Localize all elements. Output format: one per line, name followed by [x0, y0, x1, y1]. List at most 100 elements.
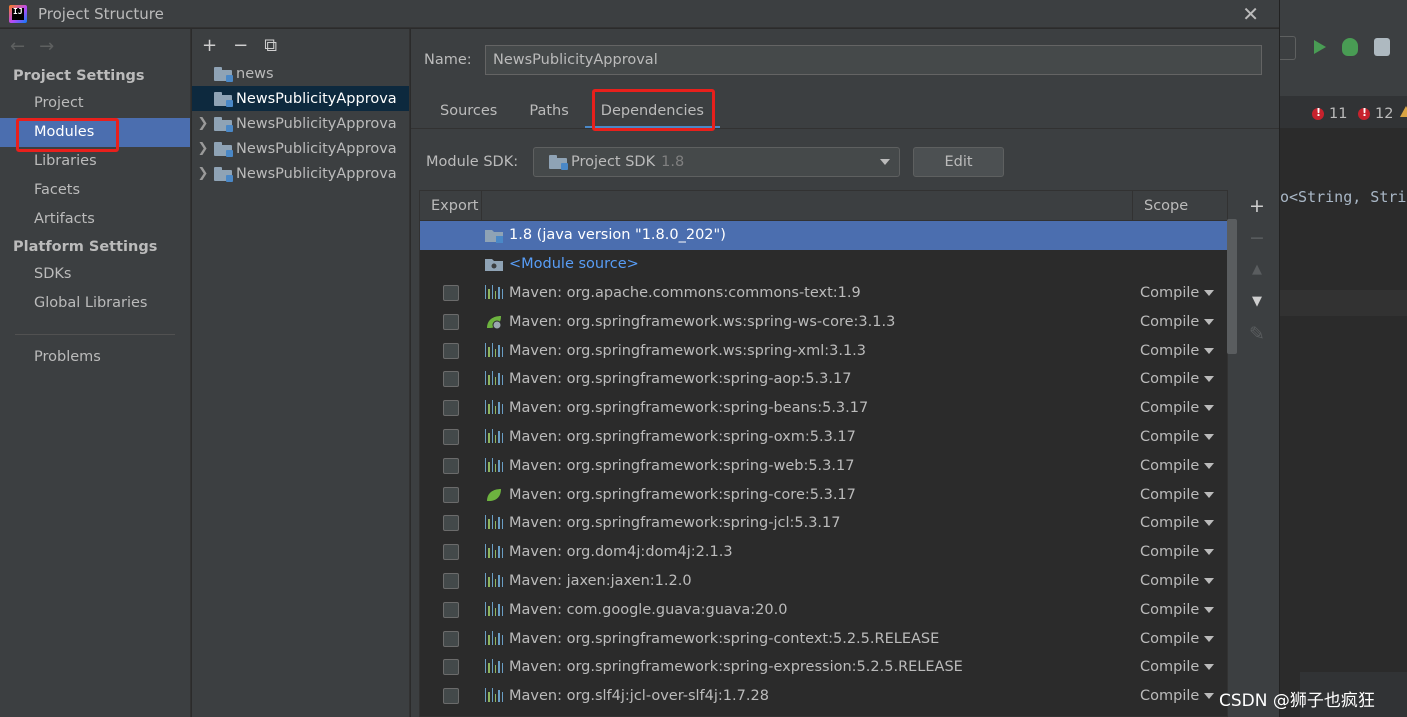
dependency-name: Maven: org.springframework:spring-expres… [509, 659, 963, 676]
tree-item-module[interactable]: ❯ NewsPublicityApprova [192, 161, 409, 186]
export-checkbox[interactable] [443, 601, 459, 618]
run-config-dropdown[interactable] [1280, 36, 1296, 60]
dependency-row[interactable]: Maven: org.springframework.ws:spring-ws-… [420, 307, 1227, 336]
chevron-down-icon [880, 159, 890, 165]
scope-dropdown[interactable]: Compile [1140, 342, 1215, 359]
dependency-row[interactable]: Maven: org.springframework:spring-jcl:5.… [420, 509, 1227, 538]
dependency-row[interactable]: Maven: com.google.guava:guava:20.0 Compil… [420, 595, 1227, 624]
move-down-icon[interactable]: ▼ [1252, 292, 1262, 312]
copy-module-icon[interactable]: ⧉ [264, 35, 277, 56]
scope-value: Compile [1140, 342, 1200, 359]
dependency-row[interactable]: Maven: org.apache.commons:commons-text:1… [420, 279, 1227, 308]
scope-value: Compile [1140, 572, 1200, 589]
dependency-row[interactable]: Maven: jaxen:jaxen:1.2.0 Compile [420, 567, 1227, 596]
scope-dropdown[interactable]: Compile [1140, 572, 1215, 589]
module-sdk-dropdown[interactable]: Project SDK 1.8 [533, 147, 900, 177]
column-header-scope[interactable]: Scope [1132, 191, 1227, 221]
export-checkbox[interactable] [443, 515, 459, 532]
forward-arrow-icon[interactable]: → [39, 36, 54, 57]
scope-dropdown[interactable]: Compile [1140, 487, 1215, 503]
export-checkbox[interactable] [443, 659, 459, 676]
scope-value: Compile [1140, 313, 1200, 330]
tab-sources[interactable]: Sources [424, 93, 513, 129]
scope-dropdown[interactable]: Compile [1140, 631, 1215, 647]
dependency-row[interactable]: Maven: org.springframework:spring-expres… [420, 653, 1227, 682]
tree-item-module-selected[interactable]: NewsPublicityApprova [192, 86, 409, 111]
coverage-icon[interactable] [1374, 38, 1390, 56]
tree-item-module[interactable]: ❯ NewsPublicityApprova [192, 111, 409, 136]
scope-dropdown[interactable]: Compile [1140, 688, 1215, 704]
tab-paths[interactable]: Paths [513, 93, 584, 129]
export-checkbox[interactable] [443, 544, 459, 561]
export-checkbox[interactable] [443, 371, 459, 388]
sidebar-item-facets[interactable]: Facets [0, 176, 190, 205]
dependency-row[interactable]: Maven: org.springframework:spring-core:5… [420, 480, 1227, 509]
dependency-row[interactable]: Maven: org.springframework.ws:spring-xml… [420, 336, 1227, 365]
window-title: Project Structure [38, 4, 164, 23]
scope-dropdown[interactable]: Compile [1140, 515, 1215, 531]
export-checkbox[interactable] [443, 688, 459, 705]
move-up-icon[interactable]: ▲ [1252, 260, 1262, 280]
dependency-row[interactable]: Maven: org.springframework:spring-beans:… [420, 394, 1227, 423]
dependency-name: Maven: org.springframework:spring-beans:… [509, 400, 869, 417]
column-header-export[interactable]: Export [420, 191, 482, 221]
dependency-row[interactable]: Maven: org.springframework:spring-aop:5.… [420, 365, 1227, 394]
tree-item-module[interactable]: ❯ NewsPublicityApprova [192, 136, 409, 161]
export-checkbox[interactable] [443, 457, 459, 474]
debug-icon[interactable] [1342, 38, 1358, 56]
sidebar-item-sdks[interactable]: SDKs [0, 260, 190, 289]
run-icon[interactable] [1314, 40, 1326, 54]
sidebar-item-artifacts[interactable]: Artifacts [0, 205, 190, 234]
dependency-row[interactable]: Maven: org.springframework:spring-web:5.… [420, 451, 1227, 480]
error-counter[interactable]: 11 [1312, 106, 1347, 122]
module-name-input[interactable] [485, 45, 1262, 75]
sidebar-item-global-libraries[interactable]: Global Libraries [0, 289, 190, 318]
scope-dropdown[interactable]: Compile [1140, 429, 1215, 445]
export-checkbox[interactable] [443, 342, 459, 359]
dependency-rows: 1.8 (java version "1.8.0_202") <Module so… [420, 221, 1227, 711]
back-arrow-icon[interactable]: ← [10, 36, 25, 57]
tab-dependencies[interactable]: Dependencies [584, 93, 720, 129]
scope-dropdown[interactable]: Compile [1140, 602, 1215, 618]
dependency-row[interactable]: <Module source> [420, 250, 1227, 279]
scope-dropdown[interactable]: Compile [1140, 659, 1215, 675]
chevron-right-icon[interactable]: ❯ [192, 141, 214, 156]
error-counter-secondary[interactable]: 12 [1358, 106, 1393, 122]
sidebar-item-modules[interactable]: Modules [0, 118, 190, 147]
scope-dropdown[interactable]: Compile [1140, 400, 1215, 416]
sidebar-item-libraries[interactable]: Libraries [0, 147, 190, 176]
scope-dropdown[interactable]: Compile [1140, 371, 1215, 387]
scope-dropdown[interactable]: Compile [1140, 313, 1215, 330]
edit-dependency-icon[interactable]: ✎ [1249, 324, 1265, 344]
dependency-row[interactable]: 1.8 (java version "1.8.0_202") [420, 221, 1227, 250]
export-checkbox[interactable] [443, 486, 459, 503]
sidebar-item-problems[interactable]: Problems [0, 343, 190, 372]
dependency-row[interactable]: Maven: org.dom4j:dom4j:2.1.3 Compile [420, 538, 1227, 567]
export-checkbox[interactable] [443, 572, 459, 589]
export-checkbox[interactable] [443, 313, 459, 330]
table-scrollbar[interactable] [1227, 219, 1237, 354]
edit-sdk-button[interactable]: Edit [913, 147, 1004, 177]
export-checkbox[interactable] [443, 428, 459, 445]
dependency-row[interactable]: Maven: org.springframework:spring-contex… [420, 624, 1227, 653]
scope-value: Compile [1140, 457, 1200, 474]
dependency-row[interactable]: Maven: org.springframework:spring-oxm:5.… [420, 423, 1227, 452]
chevron-right-icon[interactable]: ❯ [192, 166, 214, 181]
tree-item-news[interactable]: news [192, 61, 409, 86]
close-icon[interactable]: ✕ [1242, 2, 1259, 26]
remove-module-icon[interactable]: − [233, 35, 248, 56]
add-dependency-icon[interactable]: + [1249, 196, 1265, 216]
add-module-icon[interactable]: + [202, 35, 217, 56]
dependency-name: 1.8 (java version "1.8.0_202") [509, 227, 726, 244]
export-checkbox[interactable] [443, 284, 459, 301]
chevron-right-icon[interactable]: ❯ [192, 116, 214, 131]
chevron-down-icon [1204, 577, 1215, 584]
export-checkbox[interactable] [443, 630, 459, 647]
scope-dropdown[interactable]: Compile [1140, 285, 1215, 301]
scope-dropdown[interactable]: Compile [1140, 457, 1215, 474]
sidebar-item-project[interactable]: Project [0, 89, 190, 118]
remove-dependency-icon[interactable]: − [1249, 228, 1265, 248]
scope-dropdown[interactable]: Compile [1140, 544, 1215, 560]
dependency-row[interactable]: Maven: org.slf4j:jcl-over-slf4j:1.7.28 Co… [420, 682, 1227, 711]
export-checkbox[interactable] [443, 400, 459, 417]
